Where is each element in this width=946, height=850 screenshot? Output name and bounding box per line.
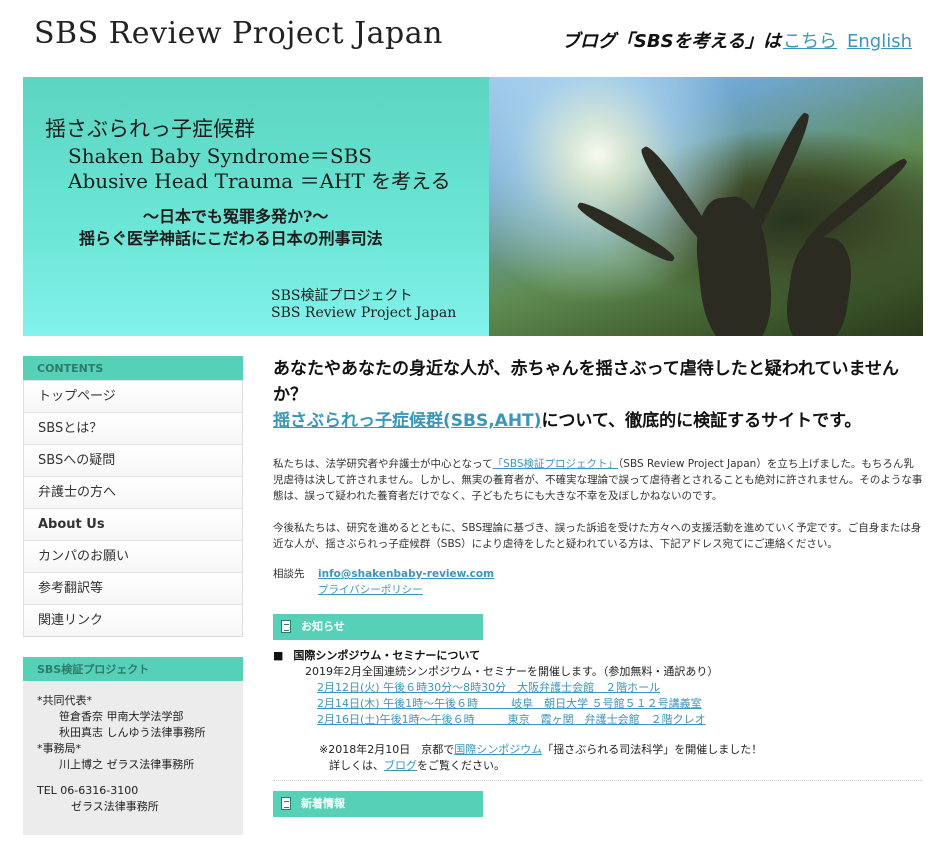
sidebar-menu: トップページ SBSとは？ SBSへの疑問 弁護士の方へ About Us カン… [23,380,243,637]
document-icon [281,797,291,810]
sidebar-item-donation[interactable]: カンパのお願い [24,540,242,572]
news-item-title: ■ 国際シンポジウム・セミナーについて [273,648,923,664]
blog-link[interactable]: こちら [783,31,837,52]
lead-suffix: について、徹底的に検証するサイトです。 [541,411,862,431]
lead-text: あなたやあなたの身近な人が、赤ちゃんを揺さぶって虐待したと疑われていませんか？ … [273,356,923,434]
sidebar-item-what-is-sbs[interactable]: SBSとは？ [24,412,242,444]
email-link[interactable]: info@shakenbaby-review.com [318,566,494,582]
event-link[interactable]: 2月14日(木) 午後1時〜午後６時 岐阜 朝日大学 ５号館５１２号講義室 [273,696,923,712]
project-line: 川上博之 ゼラス法律事務所 [59,758,195,771]
project-link[interactable]: 「SBS検証プロジェクト」 [493,458,618,470]
latest-heading: 新着情報 [273,791,483,817]
hero-line-3: Abusive Head Trauma ＝AHT を考える [68,169,451,193]
privacy-link[interactable]: プライバシーポリシー [318,582,423,598]
sidebar-item-doubts[interactable]: SBSへの疑問 [24,444,242,476]
news-note: 詳しくは、ブログをご覧ください。 [273,758,923,774]
tree-photo [489,77,923,336]
sidebar-item-links[interactable]: 関連リンク [24,604,242,636]
news-title-text: 国際シンポジウム・セミナーについて [293,649,481,662]
site-title[interactable]: SBS Review Project Japan [34,16,443,51]
sbs-link[interactable]: 揺さぶられっ子症候群(SBS,AHT) [273,411,541,431]
hero-line-4: 〜日本でも冤罪多発か?〜 [143,207,329,226]
project-heading: SBS検証プロジェクト [23,657,243,681]
sidebar-item-top[interactable]: トップページ [24,380,242,412]
project-line: *事務局* [37,742,81,755]
blog-detail-link[interactable]: ブログ [384,759,417,772]
support-paragraph: 今後私たちは、研究を進めるとともに、SBS理論に基づき、誤った訴追を受けた方々へ… [273,522,922,550]
note-text: 詳しくは、 [329,759,384,772]
latest-heading-label: 新着情報 [301,797,345,810]
header: SBS Review Project Japan ブログ「SBSを考える」は こち… [0,0,946,76]
project-line: ゼラス法律事務所 [71,800,159,813]
intro-paragraph: 私たちは、法学研究者や弁護士が中心となって「SBS検証プロジェクト」（SBS R… [273,456,923,504]
hero-line-7: SBS Review Project Japan [271,305,457,321]
divider [273,780,923,781]
note-text: 「揺さぶられる司法科学」を開催しました！ [542,743,763,756]
project-phone: TEL 06-6316-3100 [37,784,139,797]
tree-branch [636,142,720,252]
sidebar-item-for-lawyers[interactable]: 弁護士の方へ [24,476,242,508]
document-icon [281,620,291,633]
sidebar: CONTENTS トップページ SBSとは？ SBSへの疑問 弁護士の方へ Ab… [23,356,243,835]
tree-branch [574,198,678,266]
lead-question: あなたやあなたの身近な人が、赤ちゃんを揺さぶって虐待したと疑われていませんか？ [273,359,899,405]
tree-branch [801,154,911,250]
hero-line-6: SBS検証プロジェクト [271,288,413,304]
sidebar-item-translations[interactable]: 参考翻訳等 [24,572,242,604]
note-text: ※2018年2月10日 京都で [319,743,455,756]
tree-trunk [781,233,857,336]
intro-text: 私たちは、法学研究者や弁護士が中心となって [273,458,493,470]
project-line: 秋田真志 しんゆう法律事務所 [59,726,206,739]
english-link[interactable]: English [847,31,912,52]
hero-line-1: 揺さぶられっ子症候群 [45,117,255,141]
news-heading-label: お知らせ [301,620,345,633]
header-links: ブログ「SBSを考える」は こちら English [562,27,912,53]
hero-text-panel: 揺さぶられっ子症候群 Shaken Baby Syndrome＝SBS Abus… [23,77,489,336]
news-section: ■ 国際シンポジウム・セミナーについて 2019年2月全国連続シンポジウム・セミナ… [273,648,923,781]
news-note: ※2018年2月10日 京都で国際シンポジウム「揺さぶられる司法科学」を開催しま… [273,742,923,758]
event-link[interactable]: 2月16日(土)午後1時〜午後６時 東京 霞ヶ関 弁護士会館 ２階クレオ [273,712,923,728]
project-line: *共同代表* [37,694,92,707]
symposium-link[interactable]: 国際シンポジウム [454,743,542,756]
blog-prefix: ブログ「SBSを考える」は [561,31,781,52]
sidebar-item-about-us[interactable]: About Us [24,508,242,540]
main-content: あなたやあなたの身近な人が、赤ちゃんを揺さぶって虐待したと疑われていませんか？ … [273,356,923,817]
square-bullet-icon: ■ [273,649,284,662]
hero-banner: 揺さぶられっ子症候群 Shaken Baby Syndrome＝SBS Abus… [23,77,923,336]
news-heading: お知らせ [273,614,483,640]
contact-block: 相談先 info@shakenbaby-review.com プライバシーポリシ… [273,566,923,596]
project-info: *共同代表* 笹倉香奈 甲南大学法学部 秋田真志 しんゆう法律事務所 *事務局*… [23,681,243,835]
note-text: をご覧ください。 [417,759,505,772]
tree-branch [740,110,814,244]
event-link[interactable]: 2月12日(火) 午後６時30分〜8時30分 大阪弁護士会館 ２階ホール [273,680,923,696]
news-item-body: 2019年2月全国連続シンポジウム・セミナーを開催します。（参加無料・通訳あり） [305,665,719,678]
contents-heading: CONTENTS [23,356,243,380]
hero-line-5: 揺らぐ医学神話にこだわる日本の刑事司法 [79,229,383,248]
project-line: 笹倉香奈 甲南大学法学部 [59,710,184,723]
contact-label: 相談先 [273,568,305,580]
